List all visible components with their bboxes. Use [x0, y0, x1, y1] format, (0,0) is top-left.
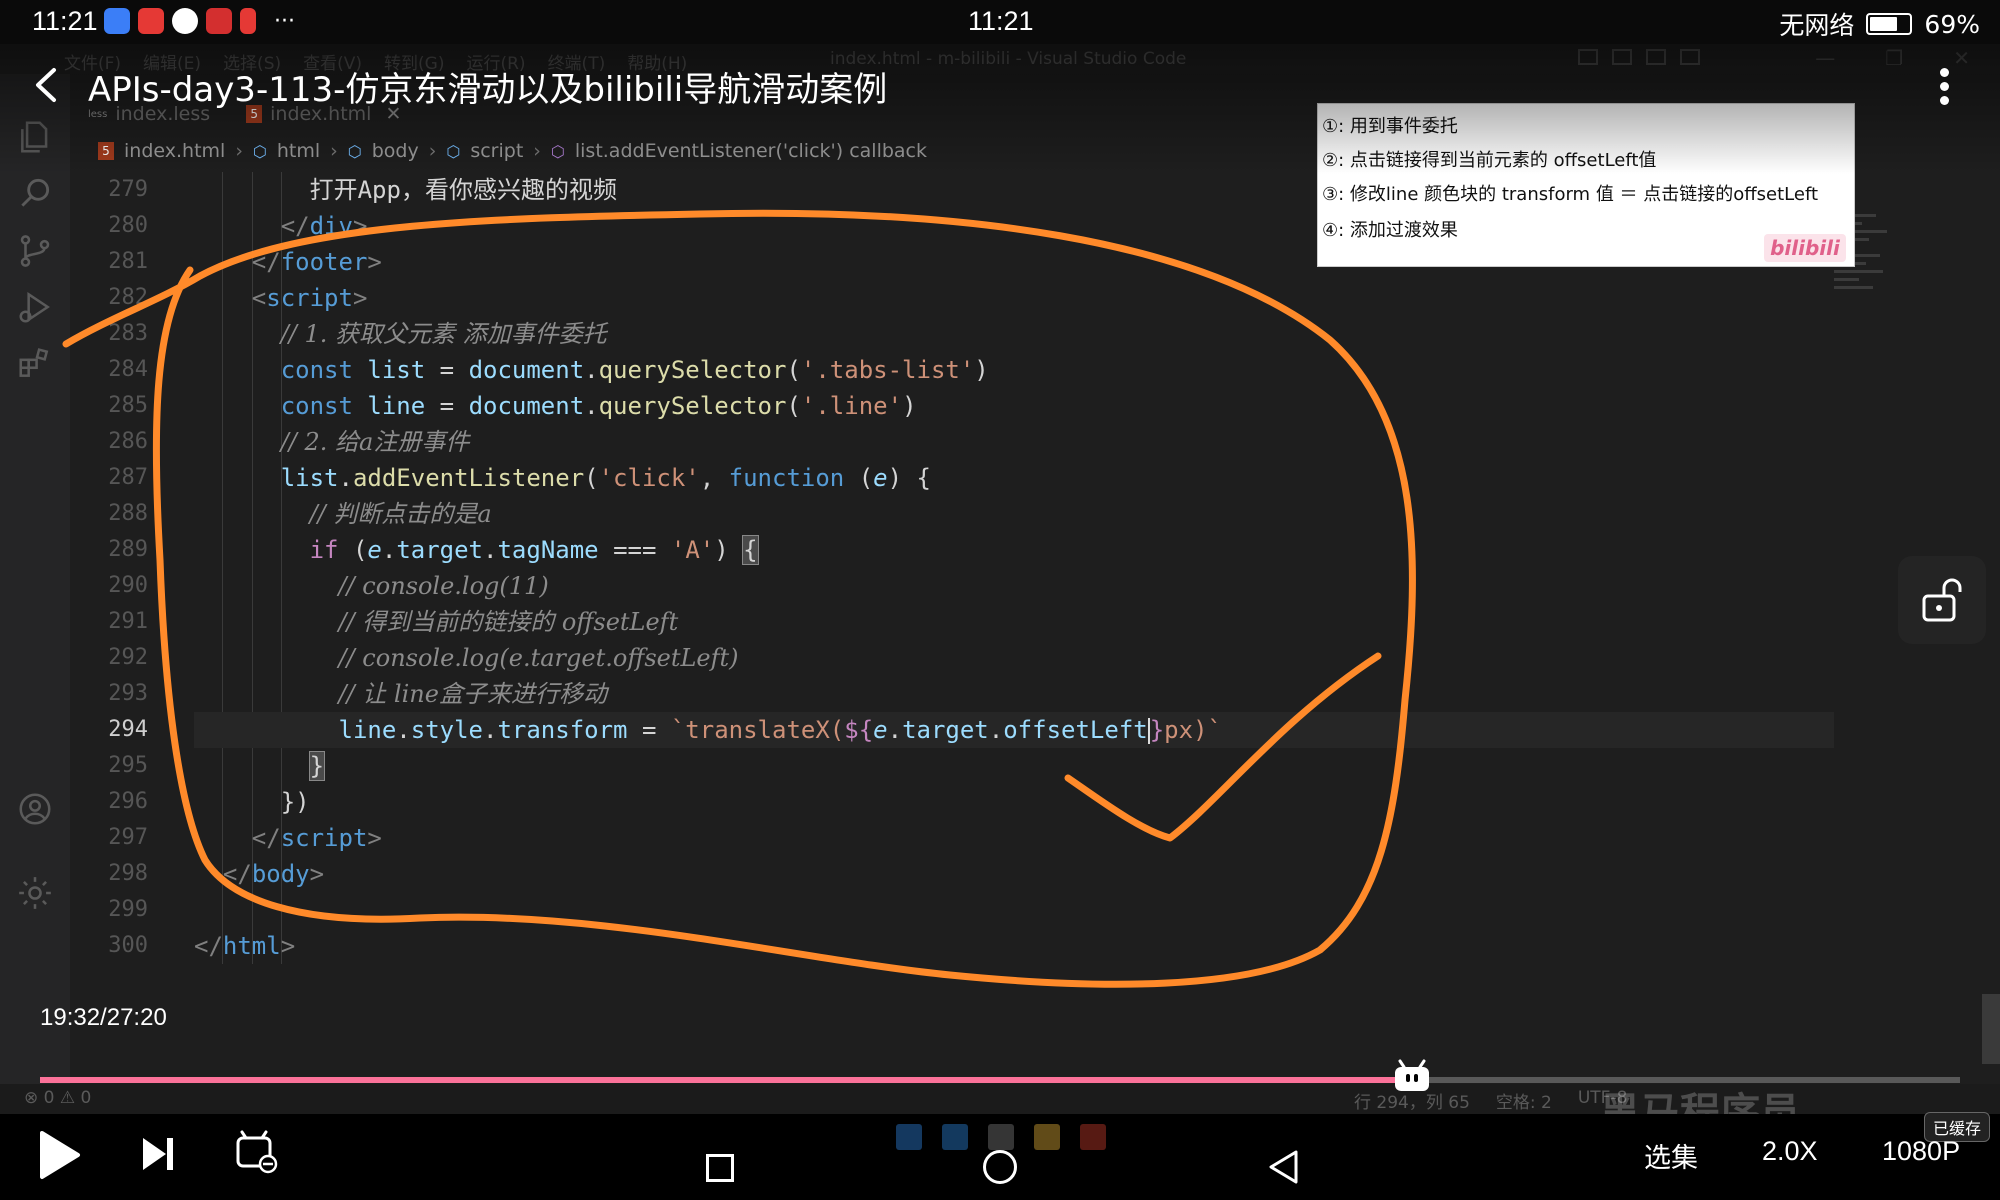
status-bar: 11:21 ··· 11:21 无网络 69%	[0, 0, 2000, 44]
battery-level	[1870, 17, 1897, 31]
windows-start-icon	[896, 1124, 922, 1150]
next-episode-button[interactable]	[140, 1134, 176, 1178]
red-app-icon	[240, 8, 256, 34]
wechat-icon	[172, 8, 198, 34]
speed-button[interactable]: 2.0X	[1762, 1136, 1818, 1167]
home-nav-button[interactable]	[983, 1150, 1017, 1184]
skip-next-icon	[143, 1138, 173, 1170]
danmaku-icon	[236, 1130, 278, 1174]
recorded-taskbar	[896, 1124, 1106, 1150]
network-status: 无网络	[1779, 11, 1855, 40]
bilibili-tv-icon	[1395, 1059, 1430, 1091]
episodes-button[interactable]: 选集	[1644, 1136, 1698, 1175]
more-vertical-icon	[1940, 96, 1949, 105]
battery-icon	[1866, 13, 1913, 35]
more-vertical-icon	[1940, 82, 1949, 91]
shopping-app-icon	[138, 8, 164, 34]
progress-played	[40, 1077, 1413, 1083]
play-button[interactable]	[36, 1128, 82, 1186]
more-notifications-icon: ···	[274, 8, 295, 34]
danmaku-toggle-button[interactable]	[234, 1130, 278, 1178]
browser-app-icon	[104, 8, 130, 34]
back-button[interactable]	[22, 60, 72, 110]
triangle-back-icon	[1269, 1150, 1298, 1184]
game-app-icon	[206, 8, 232, 34]
progress-thumb[interactable]	[1392, 1059, 1432, 1093]
status-time: 11:21	[32, 6, 98, 36]
screen-lock-button[interactable]	[1898, 556, 1986, 644]
playback-time: 19:32/27:20	[40, 1004, 167, 1031]
video-title: APIs-day3-113-仿京东滑动以及bilibili导航滑动案例	[88, 70, 888, 110]
status-right: 无网络 69%	[1779, 6, 1980, 42]
more-vertical-icon	[1940, 68, 1949, 77]
powerpoint-icon	[1080, 1124, 1106, 1150]
folder-icon	[1034, 1124, 1060, 1150]
more-options-button[interactable]	[1926, 62, 1966, 112]
annotation-check-stroke	[1064, 652, 1382, 842]
battery-percent: 69%	[1924, 9, 1980, 39]
quality-button[interactable]: 1080P	[1882, 1136, 1960, 1167]
unlock-icon	[1922, 578, 1962, 622]
annotation-drawing	[62, 209, 1416, 988]
task-view-icon	[988, 1124, 1014, 1150]
status-time-center: 11:21	[968, 6, 1034, 36]
chevron-left-icon	[36, 68, 56, 102]
back-nav-button[interactable]	[1266, 1148, 1300, 1190]
play-icon	[40, 1131, 80, 1179]
vscode-taskbar-icon	[942, 1124, 968, 1150]
annotation-circle-stroke	[62, 209, 1416, 988]
recents-nav-button[interactable]	[706, 1154, 734, 1182]
notification-icons: ···	[104, 8, 295, 34]
